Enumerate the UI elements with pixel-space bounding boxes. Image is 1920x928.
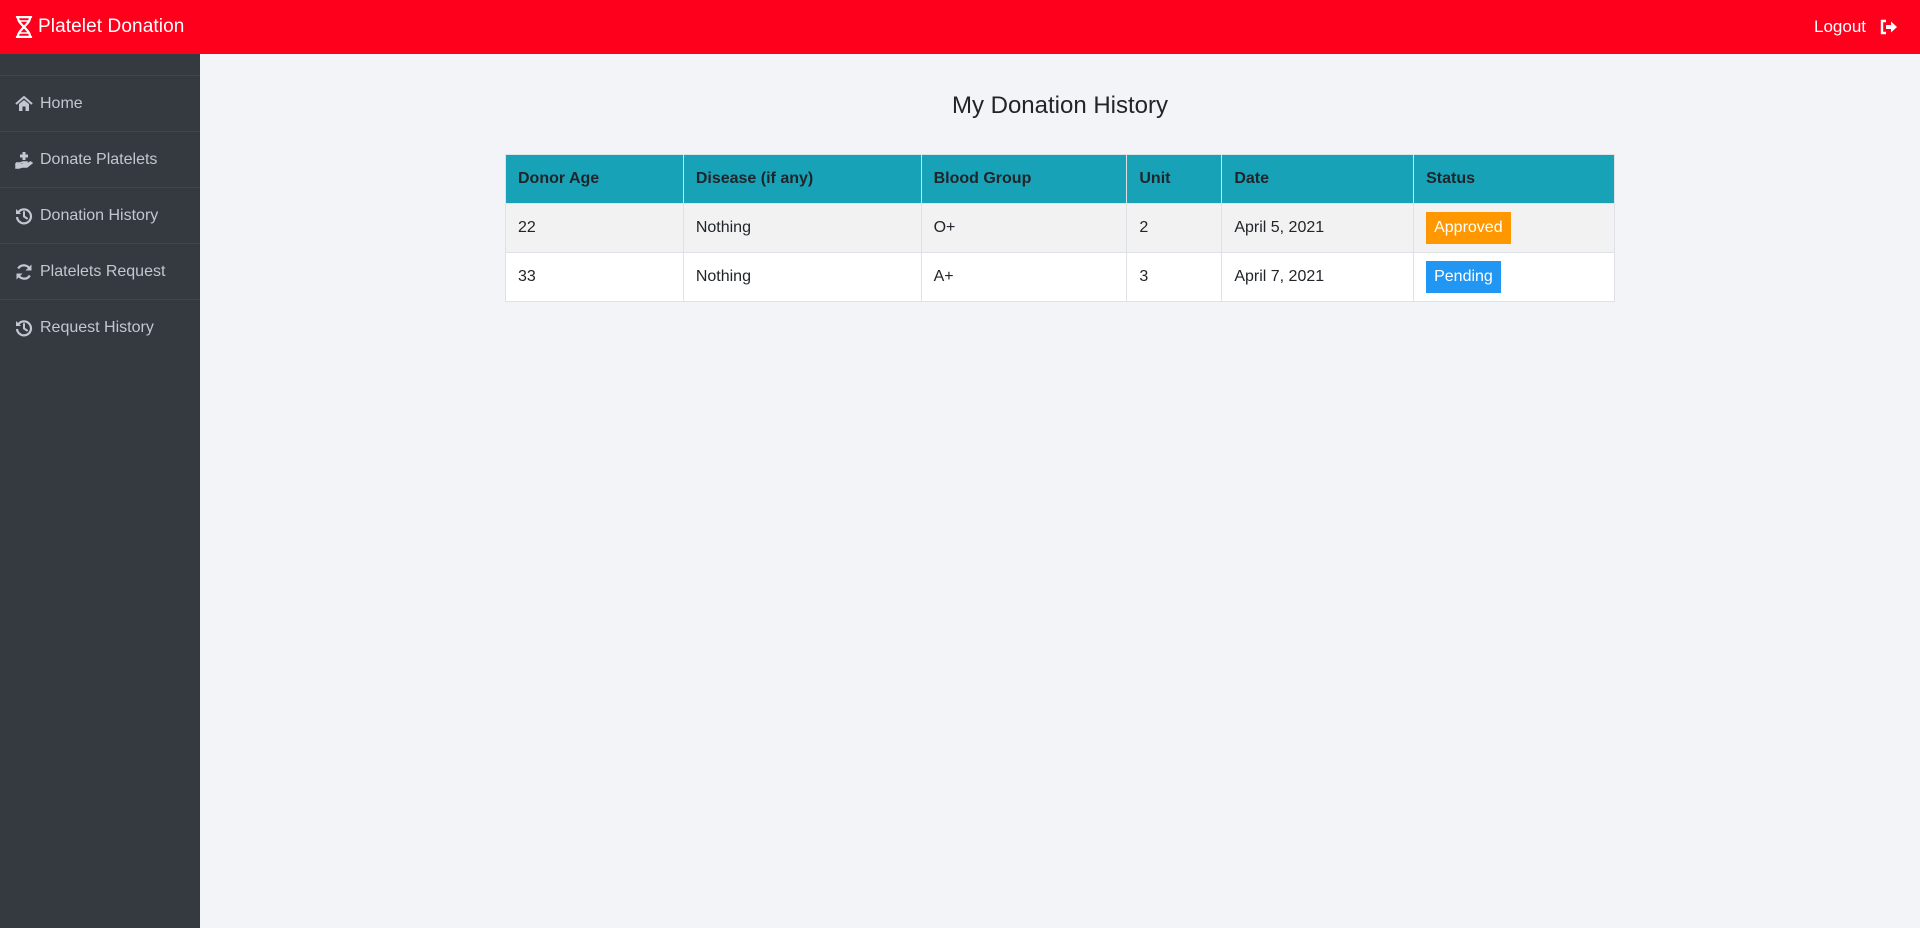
sidebar-item-home[interactable]: Home <box>0 75 200 131</box>
sidebar-item-label: Request History <box>40 318 154 336</box>
cell-disease: Nothing <box>682 203 922 253</box>
main-content: My Donation History Donor Age Disease (i… <box>200 54 1920 928</box>
history-icon <box>15 207 33 225</box>
cell-date: April 5, 2021 <box>1221 203 1415 253</box>
sidebar-item-label: Platelets Request <box>40 262 166 280</box>
dna-icon <box>14 15 34 39</box>
column-header-blood-group: Blood Group <box>920 154 1128 204</box>
sign-out-icon <box>1880 19 1898 35</box>
history-icon <box>15 319 33 337</box>
table-row: 33 Nothing A+ 3 April 7, 2021 Pending <box>505 252 1615 302</box>
logout-button[interactable]: Logout <box>1814 17 1898 37</box>
sidebar-item-donate-platelets[interactable]: Donate Platelets <box>0 131 200 187</box>
cell-donor-age: 22 <box>505 203 684 253</box>
sidebar-item-request-history[interactable]: Request History <box>0 299 200 355</box>
column-header-donor-age: Donor Age <box>505 154 684 204</box>
column-header-unit: Unit <box>1126 154 1223 204</box>
sidebar-item-donation-history[interactable]: Donation History <box>0 187 200 243</box>
cell-status: Pending <box>1413 252 1615 302</box>
page-title: My Donation History <box>951 92 1169 119</box>
column-header-disease: Disease (if any) <box>682 154 922 204</box>
status-badge-approved: Approved <box>1426 212 1511 244</box>
cell-donor-age: 33 <box>505 252 684 302</box>
cell-blood-group: O+ <box>920 203 1128 253</box>
cell-status: Approved <box>1413 203 1615 253</box>
cell-unit: 2 <box>1126 203 1223 253</box>
column-header-date: Date <box>1221 154 1415 204</box>
brand-link[interactable]: Platelet Donation <box>14 15 185 39</box>
sync-icon <box>15 263 33 281</box>
hand-holding-medical-icon <box>15 151 34 169</box>
logout-label: Logout <box>1814 17 1866 36</box>
top-navbar: Platelet Donation Logout <box>0 0 1920 54</box>
cell-disease: Nothing <box>682 252 922 302</box>
cell-date: April 7, 2021 <box>1221 252 1415 302</box>
sidebar-item-label: Donation History <box>40 206 159 224</box>
table-header-row: Donor Age Disease (if any) Blood Group U… <box>505 154 1615 204</box>
donation-history-table: Donor Age Disease (if any) Blood Group U… <box>505 154 1615 302</box>
app-title: Platelet Donation <box>38 16 185 37</box>
column-header-status: Status <box>1413 154 1615 204</box>
sidebar-item-label: Donate Platelets <box>40 150 158 168</box>
table-row: 22 Nothing O+ 2 April 5, 2021 Approved <box>505 203 1615 253</box>
sidebar-item-label: Home <box>40 94 83 112</box>
cell-blood-group: A+ <box>920 252 1128 302</box>
donation-history-table-container: Donor Age Disease (if any) Blood Group U… <box>505 154 1615 302</box>
sidebar-item-platelets-request[interactable]: Platelets Request <box>0 243 200 299</box>
sidebar: Home Donate Platelets Donation History P… <box>0 54 200 928</box>
status-badge-pending: Pending <box>1426 261 1501 293</box>
cell-unit: 3 <box>1126 252 1223 302</box>
home-icon <box>15 95 33 113</box>
